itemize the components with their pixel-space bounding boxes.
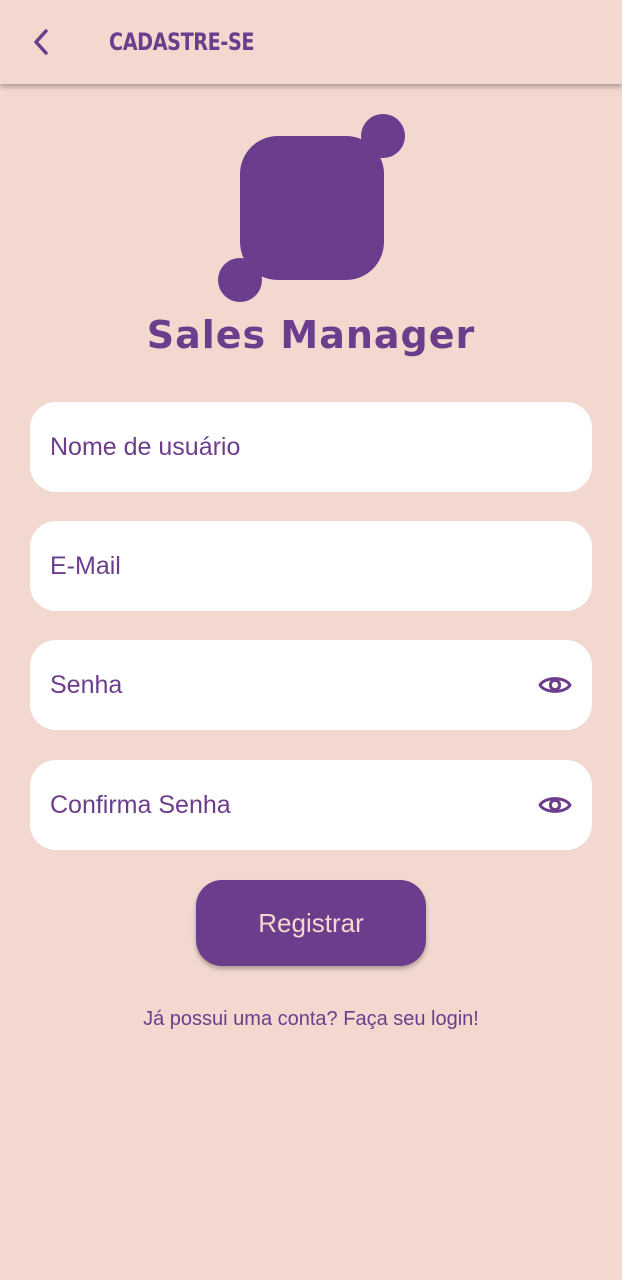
- register-screen: CADASTRE-SE Sales Manager Registrar: [0, 0, 622, 1280]
- app-bar: CADASTRE-SE: [0, 0, 622, 84]
- confirm-password-field[interactable]: [30, 760, 592, 850]
- eye-icon: [538, 677, 572, 693]
- confirm-password-visibility-toggle[interactable]: [536, 786, 574, 824]
- password-visibility-toggle[interactable]: [536, 666, 574, 704]
- chevron-left-icon: [34, 29, 48, 55]
- eye-icon: [538, 797, 572, 813]
- login-link[interactable]: Já possui uma conta? Faça seu login!: [0, 1006, 622, 1032]
- password-field[interactable]: [30, 640, 592, 730]
- password-input[interactable]: [50, 640, 536, 730]
- confirm-password-input[interactable]: [50, 760, 536, 850]
- register-button[interactable]: Registrar: [196, 880, 426, 966]
- username-input[interactable]: [50, 402, 572, 492]
- email-field[interactable]: [30, 521, 592, 611]
- username-field[interactable]: [30, 402, 592, 492]
- back-button[interactable]: [22, 22, 62, 62]
- email-input[interactable]: [50, 521, 572, 611]
- sales-manager-logo: [218, 114, 405, 302]
- page-title: CADASTRE-SE: [109, 28, 255, 56]
- app-name: Sales Manager: [146, 313, 476, 357]
